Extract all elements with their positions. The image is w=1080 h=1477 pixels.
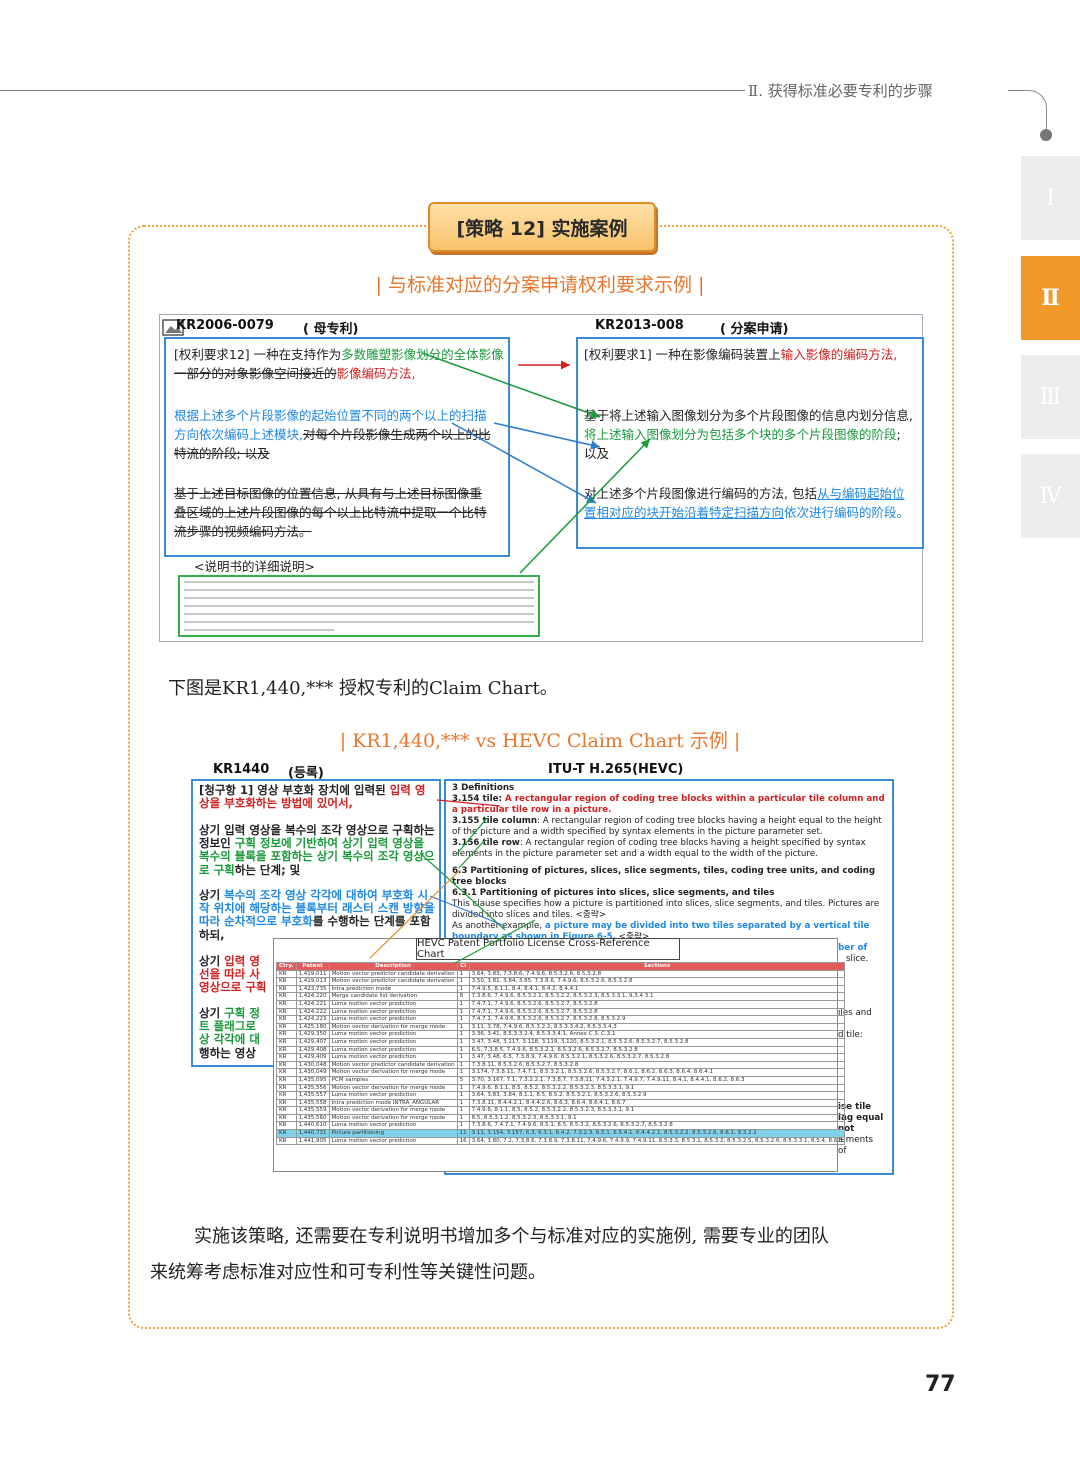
conclusion-line-2: 来统筹考虑标准对应性和可专利性等关键性问题。 (150, 1262, 546, 1283)
arrow-green-4 (454, 919, 536, 964)
arrow-blue (429, 895, 506, 927)
conclusion-line-1: 实施该策略, 还需要在专利说明书增加多个与标准对应的实施例, 需要专业的团队 (194, 1226, 829, 1247)
hevc-mapping-arrows (369, 799, 536, 964)
arrow-green-2 (455, 817, 488, 856)
page-number: 77 (925, 1372, 956, 1397)
arrow-green-3 (458, 839, 486, 869)
arrow-red (436, 799, 501, 807)
arrow-orange (369, 869, 461, 959)
